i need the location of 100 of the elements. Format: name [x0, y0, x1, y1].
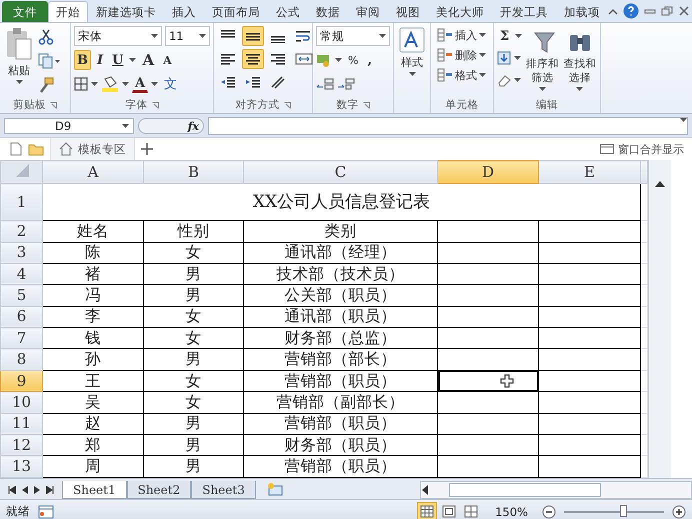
row-header[interactable]: 9 — [0, 370, 42, 392]
close-icon[interactable] — [678, 6, 690, 16]
format-painter-icon[interactable] — [38, 77, 54, 93]
row-header[interactable]: 7 — [0, 328, 42, 349]
cells-menu-button[interactable]: 删除 — [434, 45, 490, 65]
ribbon-tab[interactable]: 公式 — [268, 1, 308, 22]
ribbon-tab[interactable]: 审阅 — [348, 1, 388, 22]
styles-button[interactable]: 样式 — [397, 25, 427, 78]
caret-icon[interactable] — [479, 33, 486, 37]
caret-icon[interactable] — [151, 82, 158, 86]
increase-decimal-icon[interactable] — [316, 77, 334, 91]
find-select-button[interactable]: 查找和选择 — [562, 25, 597, 97]
caret-icon[interactable] — [514, 78, 521, 82]
underline-button[interactable]: U — [109, 50, 126, 70]
formula-field[interactable] — [208, 117, 688, 135]
new-document-icon[interactable] — [10, 142, 22, 156]
cut-icon[interactable] — [38, 29, 54, 45]
zoom-slider-thumb[interactable] — [620, 504, 627, 516]
zoom-out-icon[interactable] — [542, 504, 556, 518]
caret-icon[interactable] — [16, 80, 22, 84]
font-name-field[interactable]: 宋体 — [74, 26, 162, 46]
name-box[interactable]: D9 — [4, 118, 134, 134]
caret-icon[interactable] — [479, 73, 486, 77]
caret-icon[interactable] — [576, 87, 584, 91]
caret-icon[interactable] — [129, 58, 136, 62]
row-header[interactable]: 12 — [0, 434, 42, 456]
font-size-field[interactable]: 11 — [164, 26, 210, 46]
sheet-tab[interactable]: Sheet3 — [191, 481, 256, 499]
row-header[interactable]: 13 — [0, 456, 42, 478]
ribbon-tab[interactable]: 插入 — [164, 1, 204, 22]
caret-icon[interactable] — [680, 118, 687, 122]
help-icon[interactable] — [623, 3, 639, 19]
caret-icon[interactable] — [150, 34, 158, 38]
shrink-font-button[interactable]: A — [160, 50, 175, 70]
caret-icon[interactable] — [122, 124, 129, 128]
italic-button[interactable]: I — [94, 50, 106, 70]
caret-icon[interactable] — [91, 82, 98, 86]
restore-icon[interactable] — [661, 6, 673, 16]
row-header[interactable]: 4 — [0, 263, 42, 285]
autosum-button[interactable]: Σ — [497, 26, 512, 46]
ribbon-tab[interactable]: 新建选项卡 — [88, 1, 164, 22]
dialog-launcher-icon[interactable] — [50, 102, 57, 108]
caret-icon[interactable] — [122, 82, 129, 86]
row-header[interactable]: 2 — [0, 220, 42, 242]
next-sheet-icon[interactable] — [34, 486, 40, 494]
sheet-tab[interactable]: Sheet2 — [126, 481, 192, 499]
dialog-launcher-icon[interactable] — [152, 102, 158, 108]
caret-icon[interactable] — [515, 34, 522, 38]
row-header[interactable]: 1 — [0, 184, 42, 221]
macro-record-icon[interactable] — [38, 504, 54, 518]
collapse-ribbon-icon[interactable] — [608, 7, 618, 15]
row-header[interactable]: 3 — [0, 242, 42, 264]
caret-icon[interactable] — [479, 53, 486, 57]
previous-sheet-icon[interactable] — [22, 486, 28, 494]
comma-button[interactable]: , — [364, 50, 375, 70]
borders-icon[interactable] — [74, 77, 88, 91]
ribbon-tab[interactable]: 开发工具 — [492, 1, 556, 22]
ribbon-tab[interactable]: 数据 — [308, 1, 348, 22]
first-sheet-icon[interactable] — [8, 486, 16, 494]
zoom-level[interactable]: 150% — [489, 504, 534, 518]
column-header[interactable]: D — [438, 160, 538, 184]
ribbon-tab[interactable]: 加载项 — [556, 1, 608, 22]
number-format-field[interactable]: 常规 — [316, 26, 390, 46]
zoom-in-icon[interactable] — [672, 504, 686, 518]
caret-icon[interactable] — [514, 56, 521, 60]
row-header[interactable]: 10 — [0, 392, 42, 414]
phonetic-button[interactable]: 文 — [161, 74, 180, 94]
dialog-launcher-icon[interactable] — [284, 102, 290, 108]
caret-icon[interactable] — [379, 34, 386, 38]
new-tab-icon[interactable] — [141, 143, 153, 155]
insert-sheet-icon[interactable] — [266, 482, 284, 496]
cells-menu-button[interactable]: 插入 — [434, 25, 490, 45]
paste-button[interactable]: 粘贴 — [3, 25, 35, 97]
sort-filter-button[interactable]: 排序和筛选 — [525, 25, 560, 97]
ribbon-tab[interactable]: 美化大师 — [428, 1, 492, 22]
caret-icon[interactable] — [408, 72, 416, 76]
fill-color-icon[interactable] — [101, 76, 119, 92]
caret-icon[interactable] — [538, 87, 546, 91]
percent-button[interactable]: % — [345, 50, 362, 70]
insert-function-button[interactable]: fx — [138, 118, 204, 134]
bold-button[interactable]: B — [74, 50, 91, 70]
column-header[interactable]: E — [538, 160, 640, 184]
eraser-icon[interactable] — [497, 73, 511, 87]
merge-windows-button[interactable]: 窗口合并显示 — [594, 140, 692, 158]
last-sheet-icon[interactable] — [46, 486, 54, 494]
scroll-up-icon[interactable] — [654, 180, 666, 188]
column-header[interactable]: A — [42, 160, 144, 184]
row-header[interactable]: 6 — [0, 306, 42, 328]
sheet-tab[interactable]: Sheet1 — [62, 481, 127, 499]
ribbon-tab[interactable]: 视图 — [388, 1, 428, 22]
file-menu[interactable]: 文件 — [2, 1, 48, 22]
dialog-launcher-icon[interactable] — [362, 102, 370, 108]
row-header[interactable]: 11 — [0, 413, 42, 435]
grow-font-button[interactable]: A — [139, 50, 158, 70]
row-header[interactable]: 8 — [0, 348, 42, 370]
row-header[interactable]: 5 — [0, 284, 42, 306]
ribbon-tab[interactable]: 页面布局 — [204, 1, 268, 22]
horizontal-scrollbar[interactable] — [420, 481, 692, 499]
normal-view-button[interactable] — [417, 502, 438, 519]
copy-icon[interactable] — [38, 53, 60, 69]
